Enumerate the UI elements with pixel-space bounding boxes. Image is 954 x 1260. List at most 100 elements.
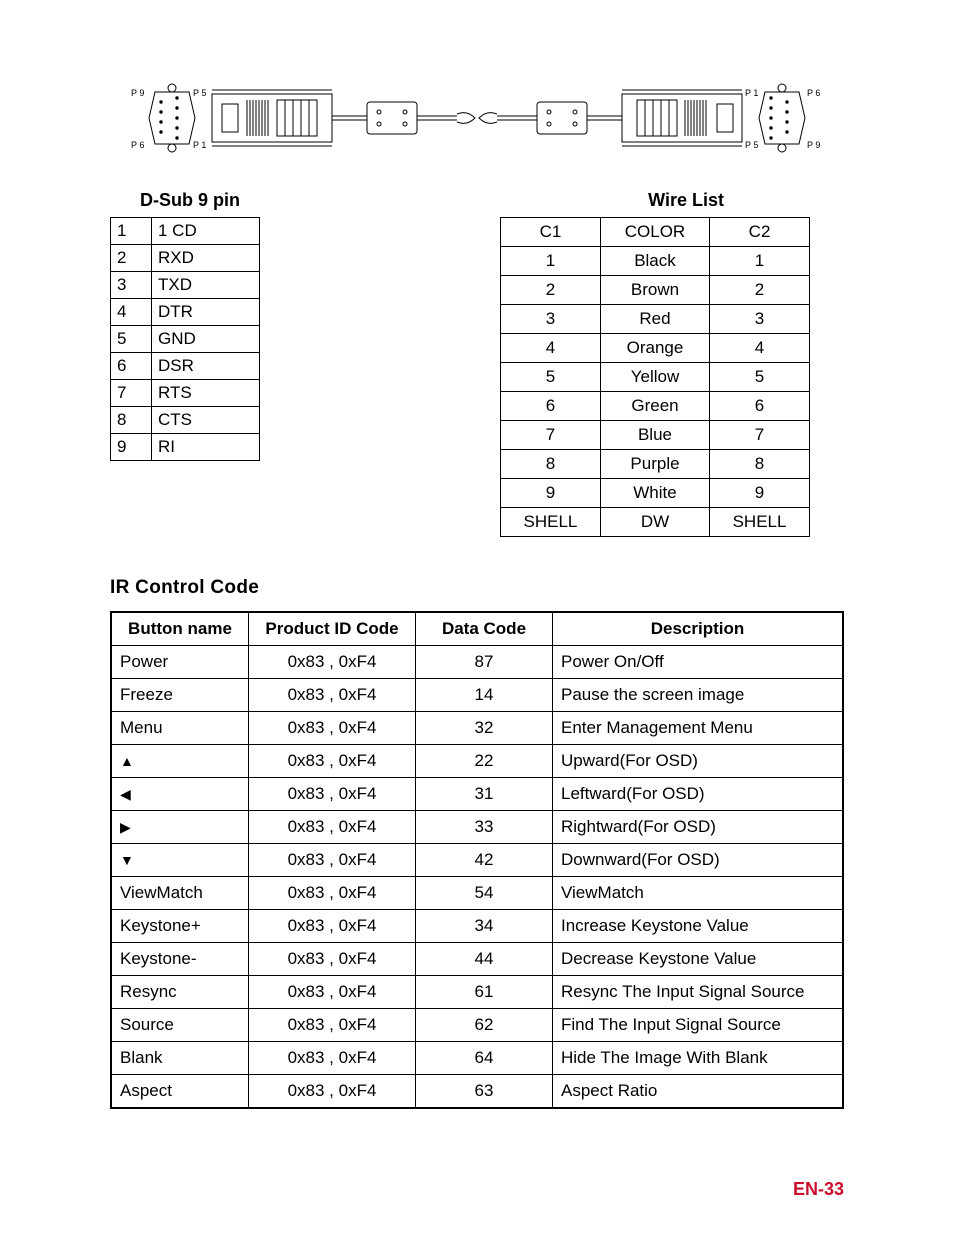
ir-dc-cell: 44: [416, 943, 553, 976]
table-row: 6Green6: [501, 392, 810, 421]
table-row: Blank0x83 , 0xF464Hide The Image With Bl…: [111, 1042, 843, 1075]
table-row: Aspect0x83 , 0xF463Aspect Ratio: [111, 1075, 843, 1109]
table-row: 8CTS: [111, 407, 260, 434]
dsub-pin-name: GND: [152, 326, 260, 353]
ir-desc-cell: Increase Keystone Value: [553, 910, 844, 943]
wire-table: C1COLORC21Black12Brown23Red34Orange45Yel…: [500, 217, 810, 537]
dsub-pin-num: 7: [111, 380, 152, 407]
ir-dc-cell: 34: [416, 910, 553, 943]
dsub-pin-num: 5: [111, 326, 152, 353]
ir-desc-cell: Pause the screen image: [553, 679, 844, 712]
ir-pid-cell: 0x83 , 0xF4: [249, 811, 416, 844]
diagram-label-p5: P 5: [193, 88, 206, 98]
wire-cell: Black: [600, 247, 709, 276]
wire-cell: 6: [710, 392, 810, 421]
ir-name-cell: Blank: [111, 1042, 249, 1075]
ir-col-name: Button name: [111, 612, 249, 646]
table-row: 8Purple8: [501, 450, 810, 479]
ir-desc-cell: Aspect Ratio: [553, 1075, 844, 1109]
table-row: 6DSR: [111, 353, 260, 380]
ir-dc-cell: 31: [416, 778, 553, 811]
ir-pid-cell: 0x83 , 0xF4: [249, 976, 416, 1009]
ir-desc-cell: Downward(For OSD): [553, 844, 844, 877]
dsub-pin-name: RTS: [152, 380, 260, 407]
ir-dc-cell: 87: [416, 646, 553, 679]
diagram-label-p1: P 1: [193, 140, 206, 150]
table-row: ▲0x83 , 0xF422Upward(For OSD): [111, 745, 843, 778]
ir-dc-cell: 54: [416, 877, 553, 910]
dsub-pin-num: 4: [111, 299, 152, 326]
dsub-table: 11 CD2RXD3TXD4DTR5GND6DSR7RTS8CTS9RI: [110, 217, 260, 461]
dsub-pin-num: 3: [111, 272, 152, 299]
ir-desc-cell: Upward(For OSD): [553, 745, 844, 778]
table-row: 3Red3: [501, 305, 810, 334]
table-row: ▼0x83 , 0xF442Downward(For OSD): [111, 844, 843, 877]
wire-header-cell: COLOR: [600, 218, 709, 247]
table-row: ◀0x83 , 0xF431Leftward(For OSD): [111, 778, 843, 811]
ir-name-cell: Freeze: [111, 679, 249, 712]
ir-pid-cell: 0x83 , 0xF4: [249, 646, 416, 679]
wire-cell: 2: [501, 276, 601, 305]
dsub-pin-name: CTS: [152, 407, 260, 434]
ir-name-cell: Source: [111, 1009, 249, 1042]
table-row: C1COLORC2: [501, 218, 810, 247]
wire-cell: White: [600, 479, 709, 508]
ir-name-cell: ViewMatch: [111, 877, 249, 910]
wire-cell: 3: [710, 305, 810, 334]
table-row: ViewMatch0x83 , 0xF454ViewMatch: [111, 877, 843, 910]
ir-pid-cell: 0x83 , 0xF4: [249, 844, 416, 877]
ir-name-cell: Resync: [111, 976, 249, 1009]
dsub-heading: D-Sub 9 pin: [140, 190, 240, 211]
ir-desc-cell: Decrease Keystone Value: [553, 943, 844, 976]
table-row: 1Black1: [501, 247, 810, 276]
ir-desc-cell: Rightward(For OSD): [553, 811, 844, 844]
cable-diagram: P 9 P 5 P 6 P 1: [110, 80, 844, 160]
ir-name-cell: Keystone-: [111, 943, 249, 976]
ir-pid-cell: 0x83 , 0xF4: [249, 778, 416, 811]
table-row: 7Blue7: [501, 421, 810, 450]
dsub-pin-num: 9: [111, 434, 152, 461]
ir-dc-cell: 32: [416, 712, 553, 745]
ir-dc-cell: 42: [416, 844, 553, 877]
table-row: 5GND: [111, 326, 260, 353]
table-row: ▶0x83 , 0xF433Rightward(For OSD): [111, 811, 843, 844]
ir-pid-cell: 0x83 , 0xF4: [249, 1042, 416, 1075]
wire-cell: SHELL: [710, 508, 810, 537]
diagram-label-p5-right: P 5: [745, 140, 758, 150]
page-footer: EN-33: [110, 1179, 844, 1200]
wire-cell: 8: [710, 450, 810, 479]
wire-cell: 1: [710, 247, 810, 276]
wire-cell: Orange: [600, 334, 709, 363]
table-row: Resync0x83 , 0xF461Resync The Input Sign…: [111, 976, 843, 1009]
ir-heading: IR Control Code: [110, 577, 844, 599]
ir-name-cell: Aspect: [111, 1075, 249, 1109]
ir-desc-cell: Enter Management Menu: [553, 712, 844, 745]
table-row: 5Yellow5: [501, 363, 810, 392]
wire-cell: 9: [710, 479, 810, 508]
dsub-pin-num: 8: [111, 407, 152, 434]
wire-cell: 4: [501, 334, 601, 363]
wire-cell: 7: [501, 421, 601, 450]
ir-desc-cell: Hide The Image With Blank: [553, 1042, 844, 1075]
ir-col-dc: Data Code: [416, 612, 553, 646]
ir-name-cell: Keystone+: [111, 910, 249, 943]
table-row: Keystone-0x83 , 0xF444Decrease Keystone …: [111, 943, 843, 976]
dsub-pin-name: DTR: [152, 299, 260, 326]
diagram-label-p9: P 9: [131, 88, 144, 98]
ir-dc-cell: 22: [416, 745, 553, 778]
dsub-pin-num: 1: [111, 218, 152, 245]
ir-pid-cell: 0x83 , 0xF4: [249, 712, 416, 745]
table-row: Source0x83 , 0xF462Find The Input Signal…: [111, 1009, 843, 1042]
wire-cell: Red: [600, 305, 709, 334]
dsub-pin-name: TXD: [152, 272, 260, 299]
ir-pid-cell: 0x83 , 0xF4: [249, 910, 416, 943]
ir-desc-cell: Resync The Input Signal Source: [553, 976, 844, 1009]
table-row: 2Brown2: [501, 276, 810, 305]
wire-cell: 5: [501, 363, 601, 392]
table-row: 11 CD: [111, 218, 260, 245]
table-row: 2RXD: [111, 245, 260, 272]
ir-name-cell: ▶: [111, 811, 249, 844]
wire-cell: 3: [501, 305, 601, 334]
wire-cell: 1: [501, 247, 601, 276]
ir-desc-cell: Find The Input Signal Source: [553, 1009, 844, 1042]
